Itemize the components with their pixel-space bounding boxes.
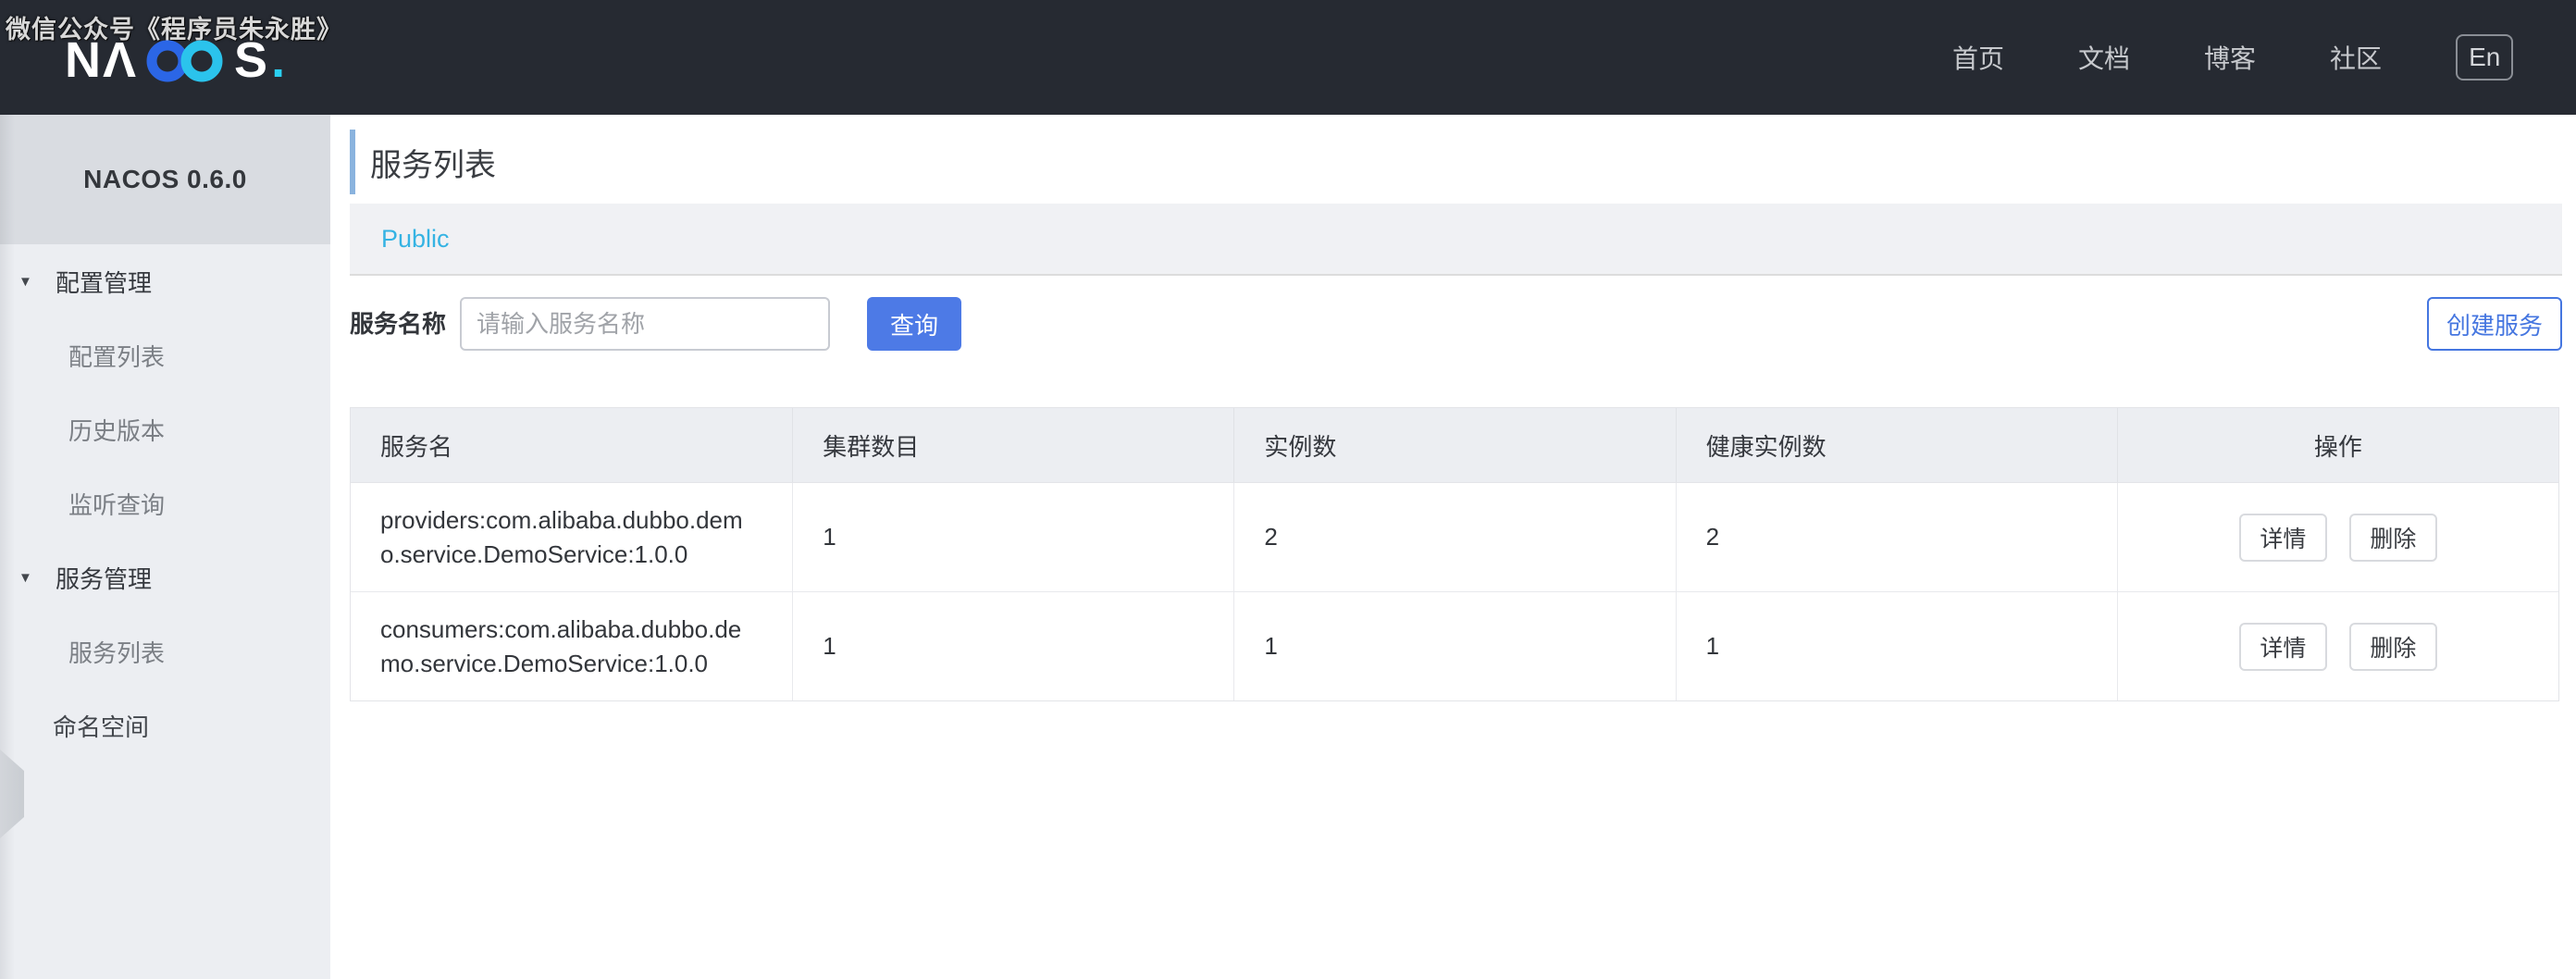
table-row: providers:com.alibaba.dubbo.demo.service… [351,483,2558,591]
main-content: 服务列表 Public 服务名称 查询 创建服务 服务名 集群数目 实例数 健康… [330,115,2576,979]
cell-healthy-instance-count: 1 [1675,592,2117,700]
sidebar-item-label: 配置列表 [68,342,166,371]
cell-cluster-count: 1 [792,483,1233,591]
sidebar-collapse-handle[interactable] [0,750,24,838]
nav-item-blog[interactable]: 博客 [2204,39,2256,76]
col-header-healthy-instance-count: 健康实例数 [1675,408,2117,482]
namespace-bar: Public [350,204,2562,276]
table-row: consumers:com.alibaba.dubbo.demo.service… [351,591,2558,700]
cell-service-name: consumers:com.alibaba.dubbo.demo.service… [351,592,792,700]
sidebar-item-listening-query[interactable]: 监听查询 [0,466,330,540]
sidebar-item-service-list[interactable]: 服务列表 [0,614,330,688]
sidebar-version-title: NACOS 0.6.0 [0,115,330,244]
logo-letter-n: N [65,32,103,88]
sidebar-item-label: 历史版本 [68,416,166,445]
cell-service-name: providers:com.alibaba.dubbo.demo.service… [351,483,792,591]
logo-infinity-icon [146,40,223,82]
sidebar: NACOS 0.6.0 ▼ 配置管理 配置列表 历史版本 监听查询 ▼ 服务管理… [0,115,330,979]
sidebar-group-label: 服务管理 [56,564,153,593]
cell-healthy-instance-count: 2 [1675,483,2117,591]
language-toggle-button[interactable]: En [2456,34,2514,81]
logo-dot: . [271,32,288,88]
col-header-instance-count: 实例数 [1233,408,1675,482]
sidebar-group-service-management[interactable]: ▼ 服务管理 [0,540,330,614]
caret-down-icon: ▼ [19,273,32,290]
service-name-text: consumers:com.alibaba.dubbo.demo.service… [380,614,742,677]
page-title: 服务列表 [370,147,496,183]
logo-letter-s: S [234,32,270,88]
cell-cluster-count: 1 [792,592,1233,700]
delete-button[interactable]: 删除 [2348,513,2437,562]
top-header-bar: 微信公众号《程序员朱永胜》 NΛ S. 首页 文档 博客 社区 En [0,0,2576,115]
service-table: 服务名 集群数目 实例数 健康实例数 操作 providers:com.alib… [350,407,2559,701]
cell-operations: 详情 删除 [2116,592,2558,700]
table-header-row: 服务名 集群数目 实例数 健康实例数 操作 [351,408,2558,483]
sidebar-item-label: 服务列表 [68,638,166,667]
col-header-operations: 操作 [2116,408,2558,482]
nav-item-docs[interactable]: 文档 [2078,39,2130,76]
caret-down-icon: ▼ [19,569,32,586]
service-name-label: 服务名称 [350,310,447,338]
service-name-text: providers:com.alibaba.dubbo.demo.service… [380,505,743,568]
detail-button[interactable]: 详情 [2238,513,2327,562]
detail-button[interactable]: 详情 [2238,622,2327,671]
sidebar-item-label: 命名空间 [53,713,150,741]
sidebar-item-namespace[interactable]: 命名空间 [0,688,330,762]
service-name-input[interactable] [460,297,830,351]
page-title-block: 服务列表 [350,130,496,194]
col-header-service-name: 服务名 [380,432,453,461]
col-header-cluster-count: 集群数目 [792,408,1233,482]
namespace-tab-public[interactable]: Public [381,225,450,254]
query-button[interactable]: 查询 [867,297,961,351]
nacos-logo: NΛ S. [65,35,287,85]
cell-instance-count: 2 [1233,483,1675,591]
sidebar-group-config-management[interactable]: ▼ 配置管理 [0,244,330,318]
sidebar-item-label: 监听查询 [68,490,166,519]
cell-operations: 详情 删除 [2116,483,2558,591]
logo-letter-a: Λ [103,32,139,88]
sidebar-menu: ▼ 配置管理 配置列表 历史版本 监听查询 ▼ 服务管理 服务列表 命名空间 [0,244,330,762]
top-navigation: 首页 文档 博客 社区 En [1952,0,2514,115]
cell-instance-count: 1 [1233,592,1675,700]
create-service-button[interactable]: 创建服务 [2427,297,2562,351]
nav-item-community[interactable]: 社区 [2330,39,2382,76]
nav-item-home[interactable]: 首页 [1952,39,2004,76]
delete-button[interactable]: 删除 [2348,622,2437,671]
sidebar-item-config-list[interactable]: 配置列表 [0,318,330,392]
sidebar-item-history-versions[interactable]: 历史版本 [0,392,330,466]
sidebar-group-label: 配置管理 [56,268,153,297]
